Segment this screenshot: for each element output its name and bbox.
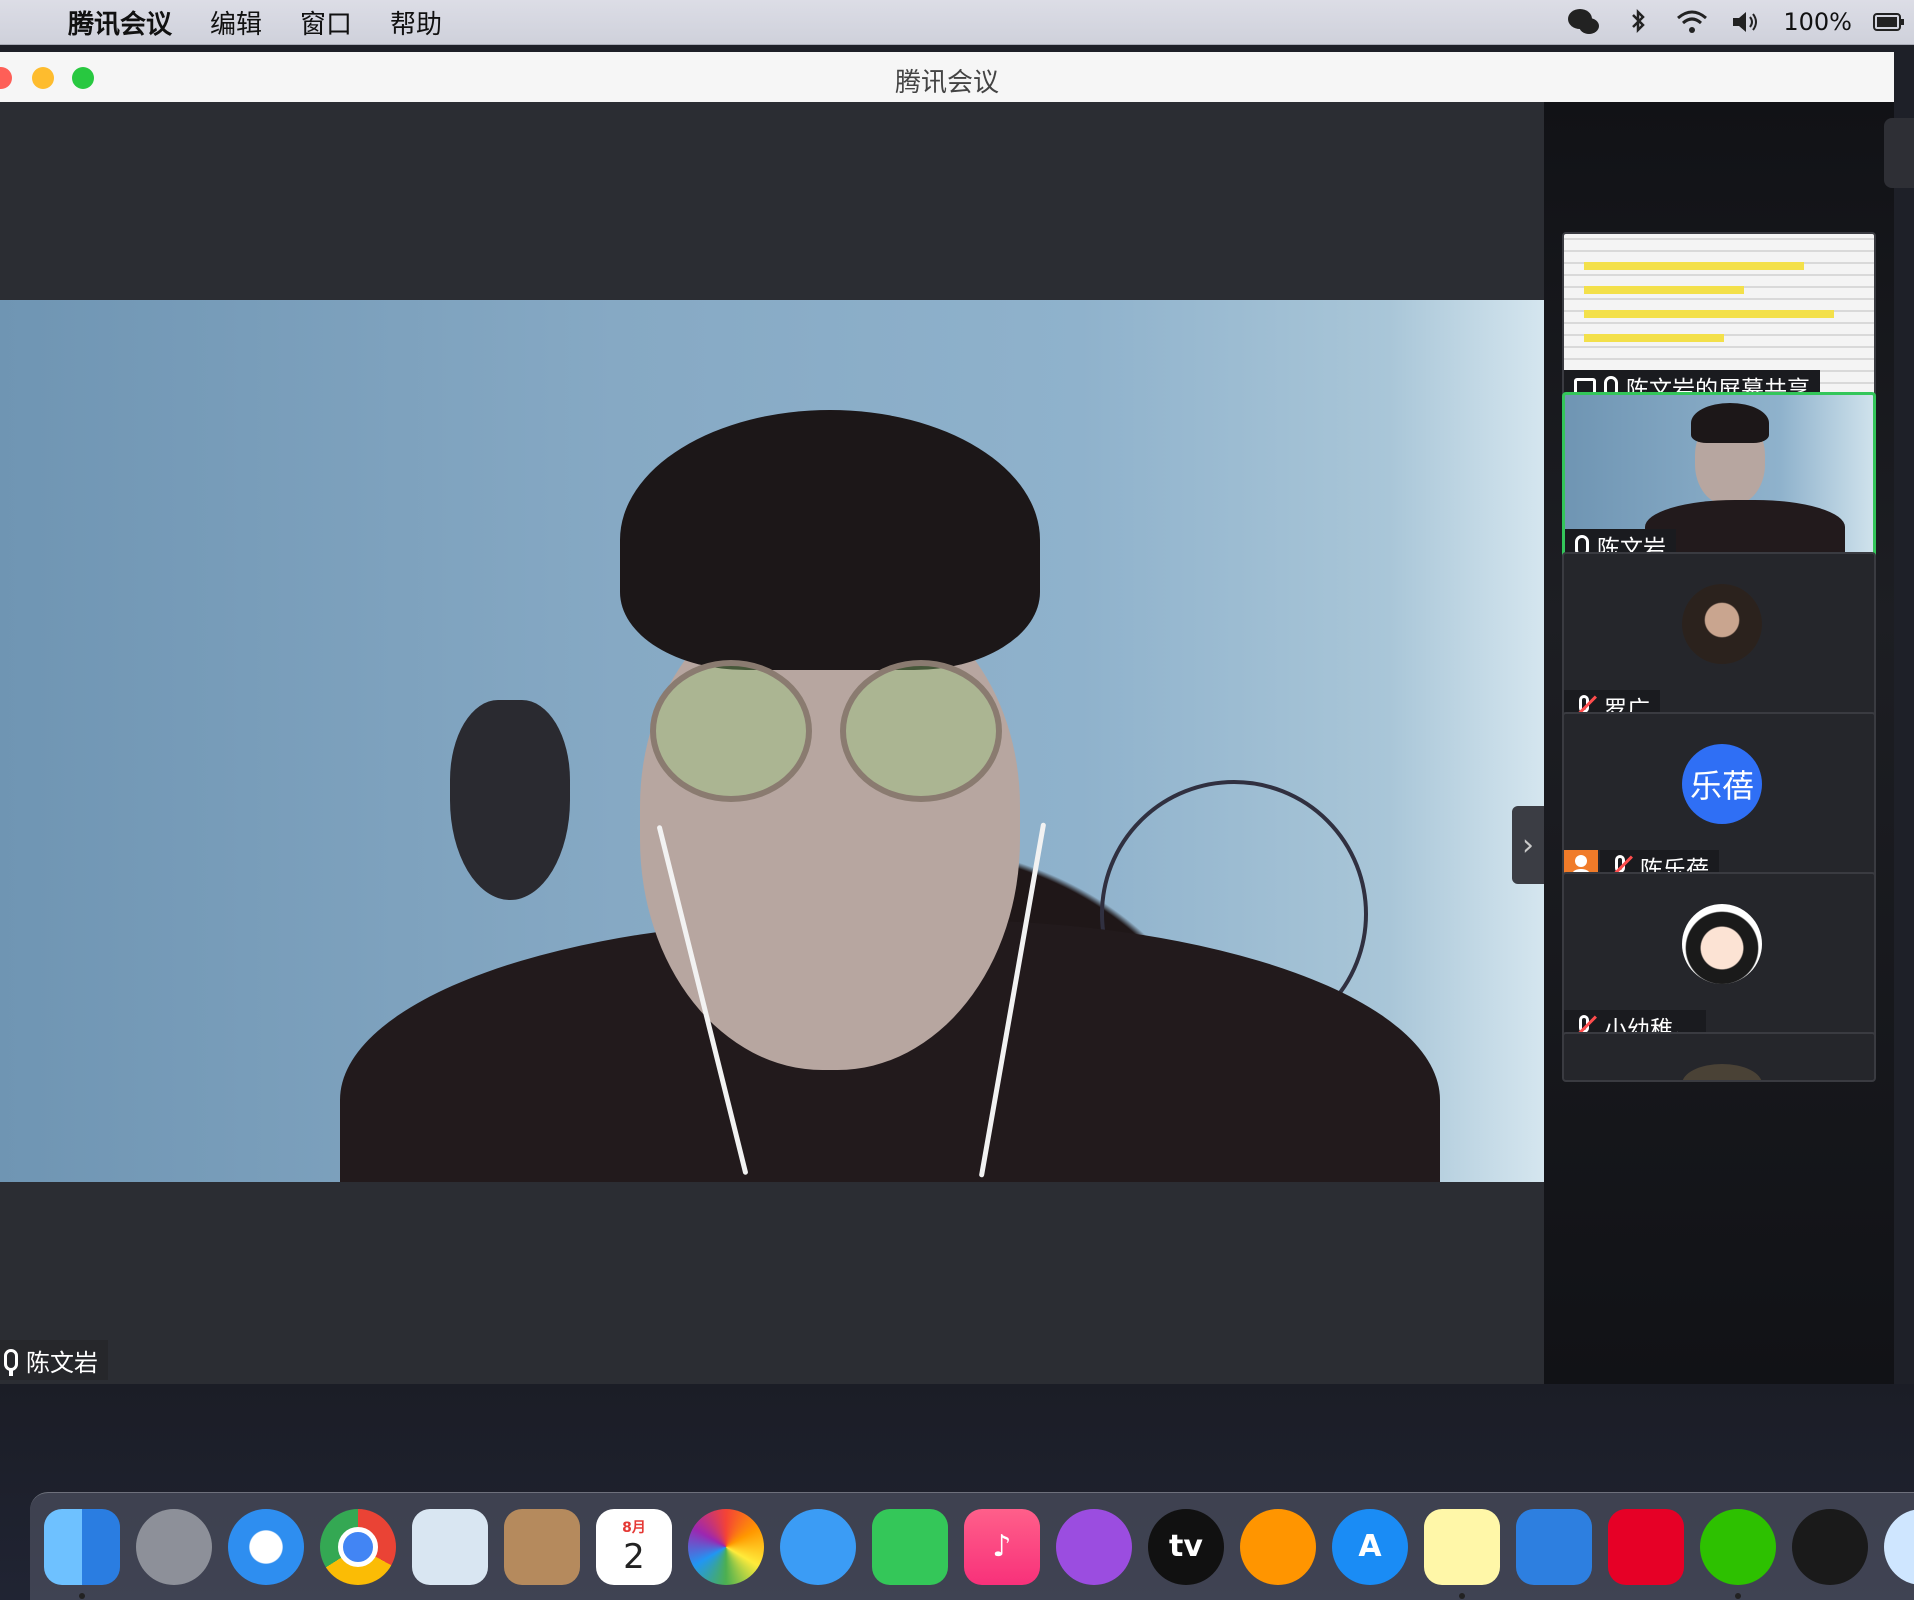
- avatar: [1682, 904, 1762, 984]
- glasses-left: [650, 660, 812, 802]
- participant-tile-partial[interactable]: [1562, 1032, 1876, 1082]
- main-video-area: ›: [0, 102, 1544, 1384]
- main-speaker-name-tag: 陈文岩: [0, 1340, 108, 1380]
- launchpad-icon[interactable]: [136, 1508, 212, 1585]
- mail-icon[interactable]: [412, 1508, 488, 1585]
- bluetooth-icon[interactable]: [1621, 7, 1655, 37]
- wechat-icon[interactable]: [1700, 1508, 1776, 1599]
- participant-panel: 陈文岩的屏幕共享 陈文岩 罗广 乐蓓 陈乐蓓 小幼稚。: [1544, 102, 1894, 1384]
- music-icon[interactable]: ♪: [964, 1508, 1040, 1585]
- chrome-icon[interactable]: [320, 1508, 396, 1585]
- cloud-icon[interactable]: [1516, 1508, 1592, 1585]
- menu-window[interactable]: 窗口: [300, 4, 352, 41]
- calendar-month: 8月: [622, 1519, 646, 1536]
- finder-icon[interactable]: [44, 1508, 120, 1599]
- participant-tile[interactable]: 小幼稚。: [1562, 872, 1876, 1048]
- calendar-icon[interactable]: 8月 2: [596, 1508, 672, 1585]
- main-speaker-video[interactable]: [0, 300, 1544, 1182]
- app-store-icon[interactable]: A: [1332, 1508, 1408, 1585]
- qq-icon[interactable]: [1792, 1508, 1868, 1585]
- status-area: 100%: [1567, 0, 1906, 44]
- menu-edit[interactable]: 编辑: [210, 4, 262, 41]
- chevron-right-icon: ›: [1522, 827, 1534, 863]
- extra-icon[interactable]: [1884, 1508, 1914, 1585]
- dock: 8月 2 ♪ tv A: [30, 1492, 1914, 1600]
- speaker-thumbnail-hair: [1691, 403, 1769, 443]
- collapse-panel-button[interactable]: ›: [1512, 806, 1544, 884]
- avatar: [1682, 584, 1762, 664]
- side-edge-button[interactable]: [1884, 118, 1914, 188]
- glasses-right: [840, 660, 1002, 802]
- window-titlebar: 腾讯会议: [0, 52, 1894, 103]
- participant-tile-screen-share[interactable]: 陈文岩的屏幕共享: [1562, 232, 1876, 408]
- battery-percent: 100%: [1783, 8, 1852, 36]
- avatar: [1682, 1064, 1762, 1080]
- participant-tile-active-speaker[interactable]: 陈文岩: [1562, 392, 1876, 568]
- wechat-status-icon[interactable]: [1567, 7, 1601, 37]
- menu-app-name[interactable]: 腾讯会议: [68, 4, 172, 41]
- battery-icon[interactable]: [1872, 7, 1906, 37]
- facetime-icon[interactable]: [872, 1508, 948, 1585]
- volume-icon[interactable]: [1729, 7, 1763, 37]
- safari-icon[interactable]: [228, 1508, 304, 1585]
- messages-icon[interactable]: [780, 1508, 856, 1585]
- netease-music-icon[interactable]: [1608, 1508, 1684, 1585]
- podcasts-icon[interactable]: [1056, 1508, 1132, 1585]
- participant-tile[interactable]: 罗广: [1562, 552, 1876, 728]
- main-speaker-name: 陈文岩: [26, 1348, 98, 1377]
- avatar: 乐蓓: [1682, 744, 1762, 824]
- speaker-hair: [620, 410, 1040, 670]
- contacts-icon[interactable]: [504, 1508, 580, 1585]
- tv-icon[interactable]: tv: [1148, 1508, 1224, 1585]
- window-title: 腾讯会议: [894, 68, 999, 98]
- calendar-day: 2: [623, 1536, 645, 1577]
- menu-bar: 腾讯会议 编辑 窗口 帮助 100%: [0, 0, 1914, 45]
- photos-icon[interactable]: [688, 1508, 764, 1585]
- wifi-icon[interactable]: [1675, 7, 1709, 37]
- mic-icon: [4, 1349, 18, 1376]
- books-icon[interactable]: [1240, 1508, 1316, 1585]
- notes-icon[interactable]: [1424, 1508, 1500, 1599]
- background-bag: [450, 700, 570, 900]
- participant-tile[interactable]: 乐蓓 陈乐蓓: [1562, 712, 1876, 888]
- meeting-window: 腾讯会议 › 陈文岩 陈文岩的屏幕共享 陈文岩 罗广 乐蓓 陈乐蓓 小幼稚。: [0, 52, 1894, 1384]
- menu-help[interactable]: 帮助: [390, 4, 442, 41]
